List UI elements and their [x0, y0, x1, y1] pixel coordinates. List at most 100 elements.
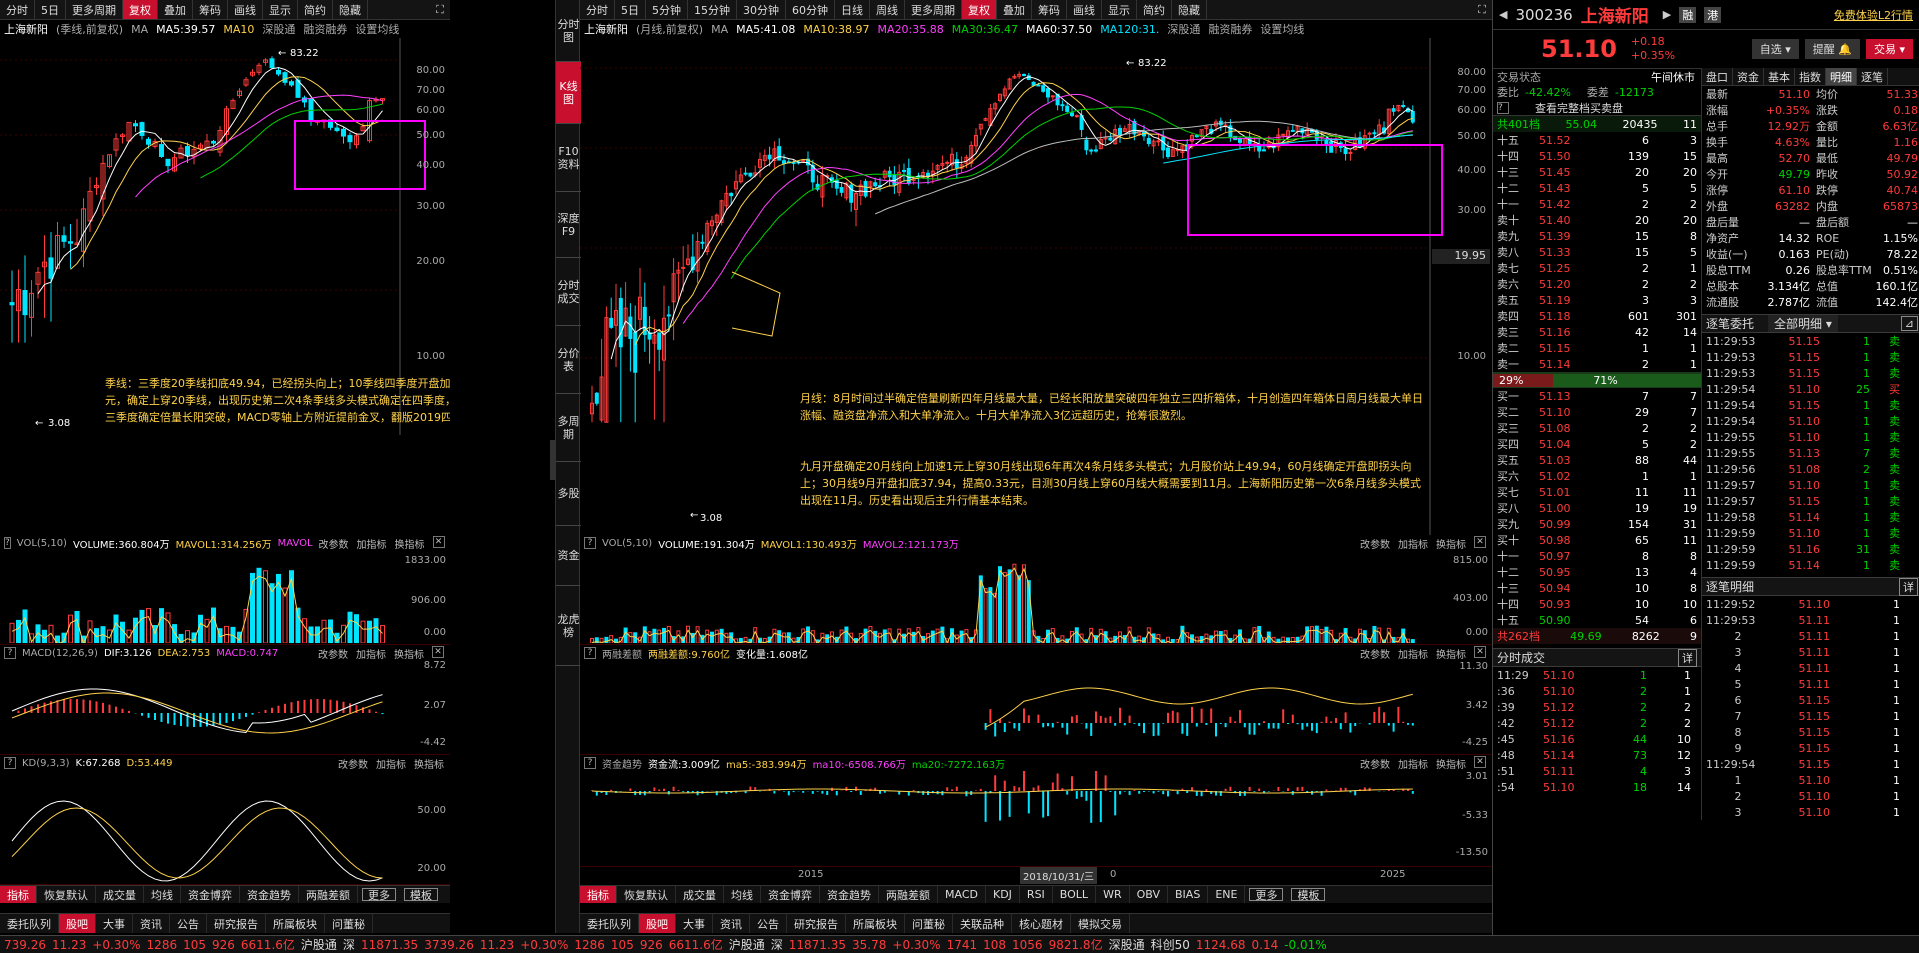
side-tab-kline[interactable]: K线图 [556, 62, 581, 124]
main-zj-close-icon[interactable]: ✕ [1474, 755, 1486, 768]
main-tab-obv[interactable]: OBV [1130, 886, 1169, 903]
main-vol-close-icon[interactable]: ✕ [1474, 535, 1486, 548]
left-info-ask[interactable]: 问董秘 [325, 914, 373, 933]
main-tb-5min[interactable]: 5分钟 [646, 0, 688, 19]
prev-stock-icon[interactable]: ◀ [1499, 8, 1507, 21]
main-rz-swap[interactable]: 换指标 [1436, 646, 1466, 661]
left-info-research[interactable]: 研究报告 [207, 914, 266, 933]
ask-level-9[interactable]: 卖六 51.20 2 2 [1493, 276, 1701, 292]
left-kd-swap[interactable]: 换指标 [414, 756, 444, 771]
left-tb-restore[interactable]: 复权 [123, 0, 158, 19]
ask-level-6[interactable]: 卖九 51.39 15 8 [1493, 228, 1701, 244]
main-tb-display[interactable]: 显示 [1102, 0, 1137, 19]
ticks-detail-button[interactable]: 详 [1678, 648, 1697, 667]
bid-level-2[interactable]: 买三 51.08 2 2 [1493, 420, 1701, 436]
ask-level-13[interactable]: 卖二 51.15 1 1 [1493, 340, 1701, 356]
bid-level-11[interactable]: 十二 50.95 13 4 [1493, 564, 1701, 580]
bid-level-13[interactable]: 十四 50.93 10 10 [1493, 596, 1701, 612]
main-vol-help-icon[interactable]: ? [584, 537, 596, 549]
full-book-link[interactable]: 查看完整档买卖盘 [1535, 100, 1623, 116]
main-zj-swap[interactable]: 换指标 [1436, 756, 1466, 771]
main-tab-indicator[interactable]: 指标 [580, 886, 617, 903]
bid-level-3[interactable]: 买四 51.04 5 2 [1493, 436, 1701, 452]
fund-tab-3[interactable]: 指数 [1795, 68, 1826, 85]
left-tb-fenshi[interactable]: 分时 [0, 0, 35, 19]
main-tb-hide[interactable]: 隐藏 [1172, 0, 1207, 19]
left-ma-setting[interactable]: 设置均线 [355, 21, 399, 37]
ask-level-5[interactable]: 卖十 51.40 20 20 [1493, 212, 1701, 228]
left-info-announce[interactable]: 公告 [170, 914, 207, 933]
main-tab-margin-diff[interactable]: 两融差额 [879, 886, 938, 903]
left-macd-param[interactable]: 改参数 [318, 646, 348, 661]
main-rz-param[interactable]: 改参数 [1360, 646, 1390, 661]
main-tb-overlay[interactable]: 叠加 [997, 0, 1032, 19]
bid-level-8[interactable]: 买九 50.99 154 31 [1493, 516, 1701, 532]
main-rz-help-icon[interactable]: ? [584, 647, 596, 659]
main-info-announce[interactable]: 公告 [750, 914, 787, 933]
fund-tab-2[interactable]: 基本 [1764, 68, 1795, 85]
main-ma-setting[interactable]: 设置均线 [1260, 21, 1304, 37]
left-tab-fundgame[interactable]: 资金博弈 [181, 886, 240, 903]
side-tab-depth[interactable]: 深度F9 [556, 192, 581, 258]
main-info-sim-trade[interactable]: 模拟交易 [1071, 914, 1130, 933]
main-tb-60min[interactable]: 60分钟 [786, 0, 835, 19]
trade-button[interactable]: 交易 ▾ [1865, 39, 1913, 59]
main-vol-param[interactable]: 改参数 [1360, 536, 1390, 551]
main-info-research[interactable]: 研究报告 [787, 914, 846, 933]
main-tab-fundtrend[interactable]: 资金趋势 [820, 886, 879, 903]
main-tab-volume[interactable]: 成交量 [676, 886, 724, 903]
main-info-theme[interactable]: 核心题材 [1012, 914, 1071, 933]
main-vol-add[interactable]: 加指标 [1398, 536, 1428, 551]
left-info-events[interactable]: 大事 [96, 914, 133, 933]
left-vol-close-icon[interactable]: ✕ [432, 535, 445, 548]
splitter-handle[interactable] [550, 440, 555, 480]
alert-button[interactable]: 提醒 🔔 [1804, 39, 1860, 59]
bid-level-7[interactable]: 买八 51.00 19 19 [1493, 500, 1701, 516]
side-tab-ticks[interactable]: 分时成交 [556, 258, 581, 326]
main-vol-swap[interactable]: 换指标 [1436, 536, 1466, 551]
left-tab-ma[interactable]: 均线 [144, 886, 181, 903]
left-kd-param[interactable]: 改参数 [338, 756, 368, 771]
left-tb-draw[interactable]: 画线 [228, 0, 263, 19]
main-expand-icon[interactable]: ⛶ [1472, 0, 1492, 19]
main-info-news[interactable]: 资讯 [713, 914, 750, 933]
main-tb-15min[interactable]: 15分钟 [688, 0, 737, 19]
main-info-related[interactable]: 关联品种 [953, 914, 1012, 933]
left-info-forum[interactable]: 股吧 [59, 914, 96, 933]
left-deep[interactable]: 深股通 [262, 21, 295, 37]
side-tab-multi-stock[interactable]: 多股 [556, 462, 581, 526]
bid-level-14[interactable]: 十五 50.90 54 6 [1493, 612, 1701, 628]
main-info-queue[interactable]: 委托队列 [580, 914, 639, 933]
ask-level-2[interactable]: 十三 51.45 20 20 [1493, 164, 1701, 180]
left-tb-display[interactable]: 显示 [263, 0, 298, 19]
side-tab-f10[interactable]: F10资料 [556, 124, 581, 192]
ask-level-3[interactable]: 十二 51.43 5 5 [1493, 180, 1701, 196]
left-margin[interactable]: 融资融券 [303, 21, 347, 37]
left-vol-add[interactable]: 加指标 [357, 536, 387, 551]
main-tb-chips[interactable]: 筹码 [1032, 0, 1067, 19]
bid-level-10[interactable]: 十一 50.97 8 8 [1493, 548, 1701, 564]
main-tab-rsi[interactable]: RSI [1020, 886, 1053, 903]
ask-level-11[interactable]: 卖四 51.18 601 301 [1493, 308, 1701, 324]
main-zj-param[interactable]: 改参数 [1360, 756, 1390, 771]
fund-tab-0[interactable]: 盘口 [1702, 68, 1733, 85]
left-expand-icon[interactable]: ⛶ [430, 0, 450, 19]
main-tb-fenshi[interactable]: 分时 [580, 0, 615, 19]
bid-level-12[interactable]: 十三 50.94 10 8 [1493, 580, 1701, 596]
left-vol-param[interactable]: 改参数 [319, 536, 349, 551]
main-tb-30min[interactable]: 30分钟 [737, 0, 786, 19]
ask-level-8[interactable]: 卖七 51.25 2 1 [1493, 260, 1701, 276]
main-rz-close-icon[interactable]: ✕ [1474, 645, 1486, 658]
ask-level-4[interactable]: 十一 51.42 2 2 [1493, 196, 1701, 212]
side-tab-dragon[interactable]: 龙虎榜 [556, 586, 581, 666]
left-macd-add[interactable]: 加指标 [356, 646, 386, 661]
left-tab-indicator[interactable]: 指标 [0, 886, 37, 903]
left-info-queue[interactable]: 委托队列 [0, 914, 59, 933]
bid-level-6[interactable]: 买七 51.01 11 11 [1493, 484, 1701, 500]
next-stock-icon[interactable]: ▶ [1663, 8, 1671, 21]
main-tab-ene[interactable]: ENE [1208, 886, 1246, 903]
left-tb-chips[interactable]: 筹码 [193, 0, 228, 19]
main-zj-help-icon[interactable]: ? [584, 757, 596, 769]
watchlist-button[interactable]: 自选 ▾ [1751, 39, 1799, 59]
left-info-news[interactable]: 资讯 [133, 914, 170, 933]
